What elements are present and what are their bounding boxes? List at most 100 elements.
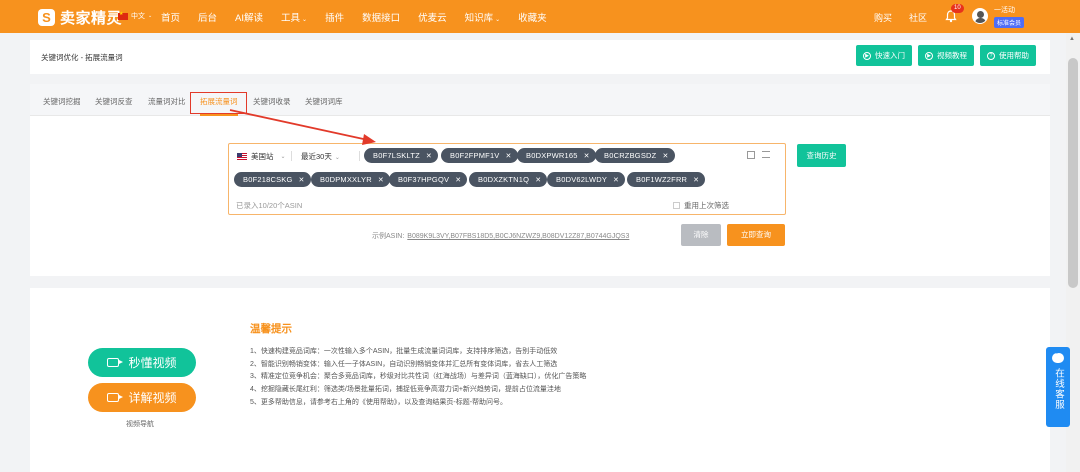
scrollbar-thumb[interactable]	[1068, 58, 1078, 288]
quick-video-button[interactable]: 秒懂视频	[88, 348, 196, 377]
chevron-down-icon: ⌄	[148, 13, 153, 19]
asin-chip[interactable]: B0F7LSKLTZ ✕	[364, 148, 438, 163]
date-range-label: 最近30天	[301, 152, 332, 161]
tab-keyword-mining[interactable]: 关键词挖掘	[43, 96, 81, 107]
example-asins: 示例ASIN: B089K9L3VY,B07FBS18D5,B0CJ6NZWZ9,…	[372, 231, 629, 241]
asin-chip[interactable]: B0DXPWR165 ✕	[517, 148, 596, 163]
nav-item-youmaiyun[interactable]: 优麦云	[418, 10, 447, 24]
tab-keyword-reverse[interactable]: 关键词反查	[95, 96, 133, 107]
close-icon[interactable]: ✕	[662, 152, 668, 160]
video-tutorial-button[interactable]: ▶ 视频教程	[918, 45, 974, 66]
language-switch[interactable]: 中文 ⌄	[118, 11, 152, 21]
usage-help-button[interactable]: ? 使用帮助	[980, 45, 1036, 66]
example-label: 示例ASIN:	[372, 233, 405, 240]
close-icon[interactable]: ✕	[693, 176, 699, 184]
asin-input-box[interactable]: 美国站 ⌄ 最近30天 ⌄ B0F7LSKLTZ ✕ B0F2FPMF1V ✕ B0D…	[228, 143, 786, 215]
tip-item: 4、挖掘隐藏长尾红利：筛选类/场景批量拓词，捕捉低竞争高潜力词+新兴趋势词，提前…	[250, 386, 561, 394]
tab-keyword-library[interactable]: 关键词词库	[305, 96, 343, 107]
online-service-label: 在线客服	[1053, 368, 1064, 410]
video-icon	[107, 358, 124, 367]
nav-item-knowledge[interactable]: 知识库 ⌄	[465, 10, 501, 24]
checkbox[interactable]	[673, 202, 680, 209]
close-icon[interactable]: ✕	[506, 152, 512, 160]
play-icon: ▶	[863, 51, 871, 60]
tips-panel: 秒懂视频 详解视频 视频导航 温馨提示 1、快速构建竞品词库：一次性输入多个AS…	[30, 288, 1050, 472]
video-icon	[107, 393, 124, 402]
china-flag-icon	[118, 11, 128, 20]
close-icon[interactable]: ✕	[426, 152, 432, 160]
close-icon[interactable]: ✕	[613, 176, 619, 184]
view-toggle	[747, 151, 770, 159]
nav-item-plugin[interactable]: 插件	[325, 10, 344, 24]
tip-item: 1、快速构建竞品词库：一次性输入多个ASIN，批量生成流量词词库，支持排序筛选，…	[250, 348, 558, 355]
highlight-box	[190, 92, 247, 114]
nav-item-ai[interactable]: AI解读	[235, 10, 263, 24]
video-nav-label: 视频导航	[126, 421, 154, 428]
close-icon[interactable]: ✕	[378, 176, 384, 184]
close-icon[interactable]: ✕	[584, 152, 590, 160]
quick-start-button[interactable]: ▶ 快速入门	[856, 45, 912, 66]
divider	[359, 151, 360, 161]
language-label: 中文	[131, 13, 145, 20]
detailed-video-button[interactable]: 详解视频	[88, 383, 196, 412]
username[interactable]: 一活动	[994, 5, 1015, 15]
breadcrumb: 关键词优化 - 拓展流量词	[41, 53, 123, 62]
help-icon: ?	[987, 51, 995, 60]
tab-traffic-compare[interactable]: 流量词对比	[148, 96, 186, 107]
tip-item: 3、精准定位竞争机会：聚合多竞品词库，秒级对比共性词（红海战场）与差异词（蓝海缺…	[250, 373, 587, 381]
chevron-down-icon: ⌄	[334, 155, 340, 161]
asin-chip[interactable]: B0F1WZ2FRR ✕	[627, 172, 706, 187]
main-menu: 首页 后台 AI解读 工具 ⌄ 插件 数据接口 优麦云 知识库 ⌄ 收藏夹	[161, 10, 565, 24]
tab-keyword-index[interactable]: 关键词收录	[253, 96, 291, 107]
date-range-select[interactable]: 最近30天 ⌄	[301, 151, 340, 162]
close-icon[interactable]: ✕	[455, 176, 461, 184]
list-view-icon[interactable]	[762, 151, 770, 158]
asin-chip[interactable]: B0DXZKTN1Q ✕	[469, 172, 548, 187]
page-header: 关键词优化 - 拓展流量词 ▶ 快速入门 ▶ 视频教程 ? 使用帮助	[30, 40, 1050, 74]
buy-link[interactable]: 购买	[874, 11, 892, 24]
tip-item: 5、更多帮助信息，请参考右上角的《使用帮助》，以及查询结果页-标题-帮助问号。	[250, 398, 508, 406]
logo-text: 卖家精灵	[60, 10, 123, 27]
query-history-button[interactable]: 查询历史	[797, 144, 846, 167]
asin-chip[interactable]: B0CRZBGSDZ ✕	[595, 148, 675, 163]
vip-badge: 标准会员	[994, 17, 1025, 28]
query-button[interactable]: 立即查询	[727, 224, 785, 246]
scroll-up-icon[interactable]: ▲	[1069, 36, 1075, 42]
chevron-down-icon: ⌄	[280, 154, 286, 160]
logo[interactable]: S 卖家精灵	[38, 7, 122, 28]
example-asin-link[interactable]: B089K9L3VY,B07FBS18D5,B0CJ6NZWZ9,B08DV12…	[407, 233, 629, 240]
chevron-down-icon: ⌄	[302, 17, 308, 23]
active-tab-indicator	[200, 114, 238, 116]
grid-view-icon[interactable]	[747, 151, 755, 159]
logo-icon: S	[38, 9, 55, 26]
nav-item-home[interactable]: 首页	[161, 10, 180, 24]
asin-chip[interactable]: B0F2FPMF1V ✕	[441, 148, 518, 163]
us-flag-icon	[237, 153, 247, 160]
community-link[interactable]: 社区	[909, 11, 927, 24]
asin-chip[interactable]: B0F37HPGQV ✕	[389, 172, 468, 187]
online-service-widget[interactable]: 在线客服	[1046, 347, 1070, 427]
asin-chip[interactable]: B0F218CSKG ✕	[234, 172, 311, 187]
nav-item-backend[interactable]: 后台	[198, 10, 217, 24]
nav-item-favorites[interactable]: 收藏夹	[518, 10, 547, 24]
chat-icon	[1052, 350, 1064, 363]
divider	[291, 151, 292, 161]
asin-chip[interactable]: B0DV62LWDY ✕	[547, 172, 626, 187]
chevron-down-icon: ⌄	[495, 17, 501, 23]
close-icon[interactable]: ✕	[535, 176, 541, 184]
nav-item-tools[interactable]: 工具 ⌄	[281, 10, 307, 24]
reuse-filter-label: 重用上次筛选	[684, 201, 729, 210]
asin-chip[interactable]: B0DPMXXLYR ✕	[311, 172, 390, 187]
tips-title: 温馨提示	[250, 323, 292, 335]
marketplace-select[interactable]: 美国站 ⌄	[237, 151, 286, 162]
tab-bar: 关键词挖掘 关键词反查 流量词对比 拓展流量词 关键词收录 关键词词库	[30, 84, 1050, 116]
main-panel: 关键词挖掘 关键词反查 流量词对比 拓展流量词 关键词收录 关键词词库 美国站 …	[30, 84, 1050, 276]
avatar[interactable]	[972, 8, 988, 24]
reuse-filter-checkbox[interactable]: 重用上次筛选	[673, 200, 729, 211]
asin-count: 已录入10/20个ASIN	[236, 201, 303, 210]
clear-button[interactable]: 清除	[681, 224, 721, 246]
tip-item: 2、智能识别畅销变体：输入任一子体ASIN，自动识别畅销变体并汇总所有变体词库，…	[250, 360, 558, 368]
play-icon: ▶	[925, 51, 933, 60]
nav-item-api[interactable]: 数据接口	[362, 10, 400, 24]
close-icon[interactable]: ✕	[299, 176, 305, 184]
